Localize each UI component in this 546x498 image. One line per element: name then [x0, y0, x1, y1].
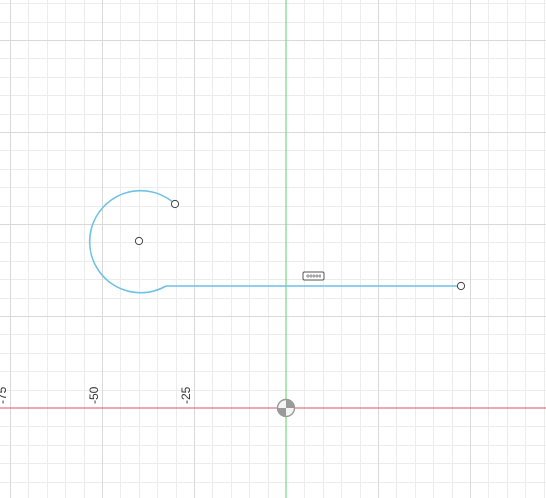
x-tick-label-neg25: -25: [179, 386, 193, 404]
arc-center-point[interactable]: [134, 236, 144, 246]
x-tick-label-neg50: -50: [87, 386, 101, 404]
origin-icon[interactable]: [276, 398, 296, 418]
arc-endpoint[interactable]: [170, 199, 180, 209]
x-tick-label-neg75: -75: [0, 386, 9, 404]
sketch-viewport[interactable]: -75 -50 -25: [0, 0, 546, 498]
canvas-background: [0, 0, 546, 498]
line-endpoint[interactable]: [456, 281, 466, 291]
sketch-canvas[interactable]: -75 -50 -25: [0, 0, 546, 498]
horizontal-constraint-icon[interactable]: [302, 271, 325, 281]
